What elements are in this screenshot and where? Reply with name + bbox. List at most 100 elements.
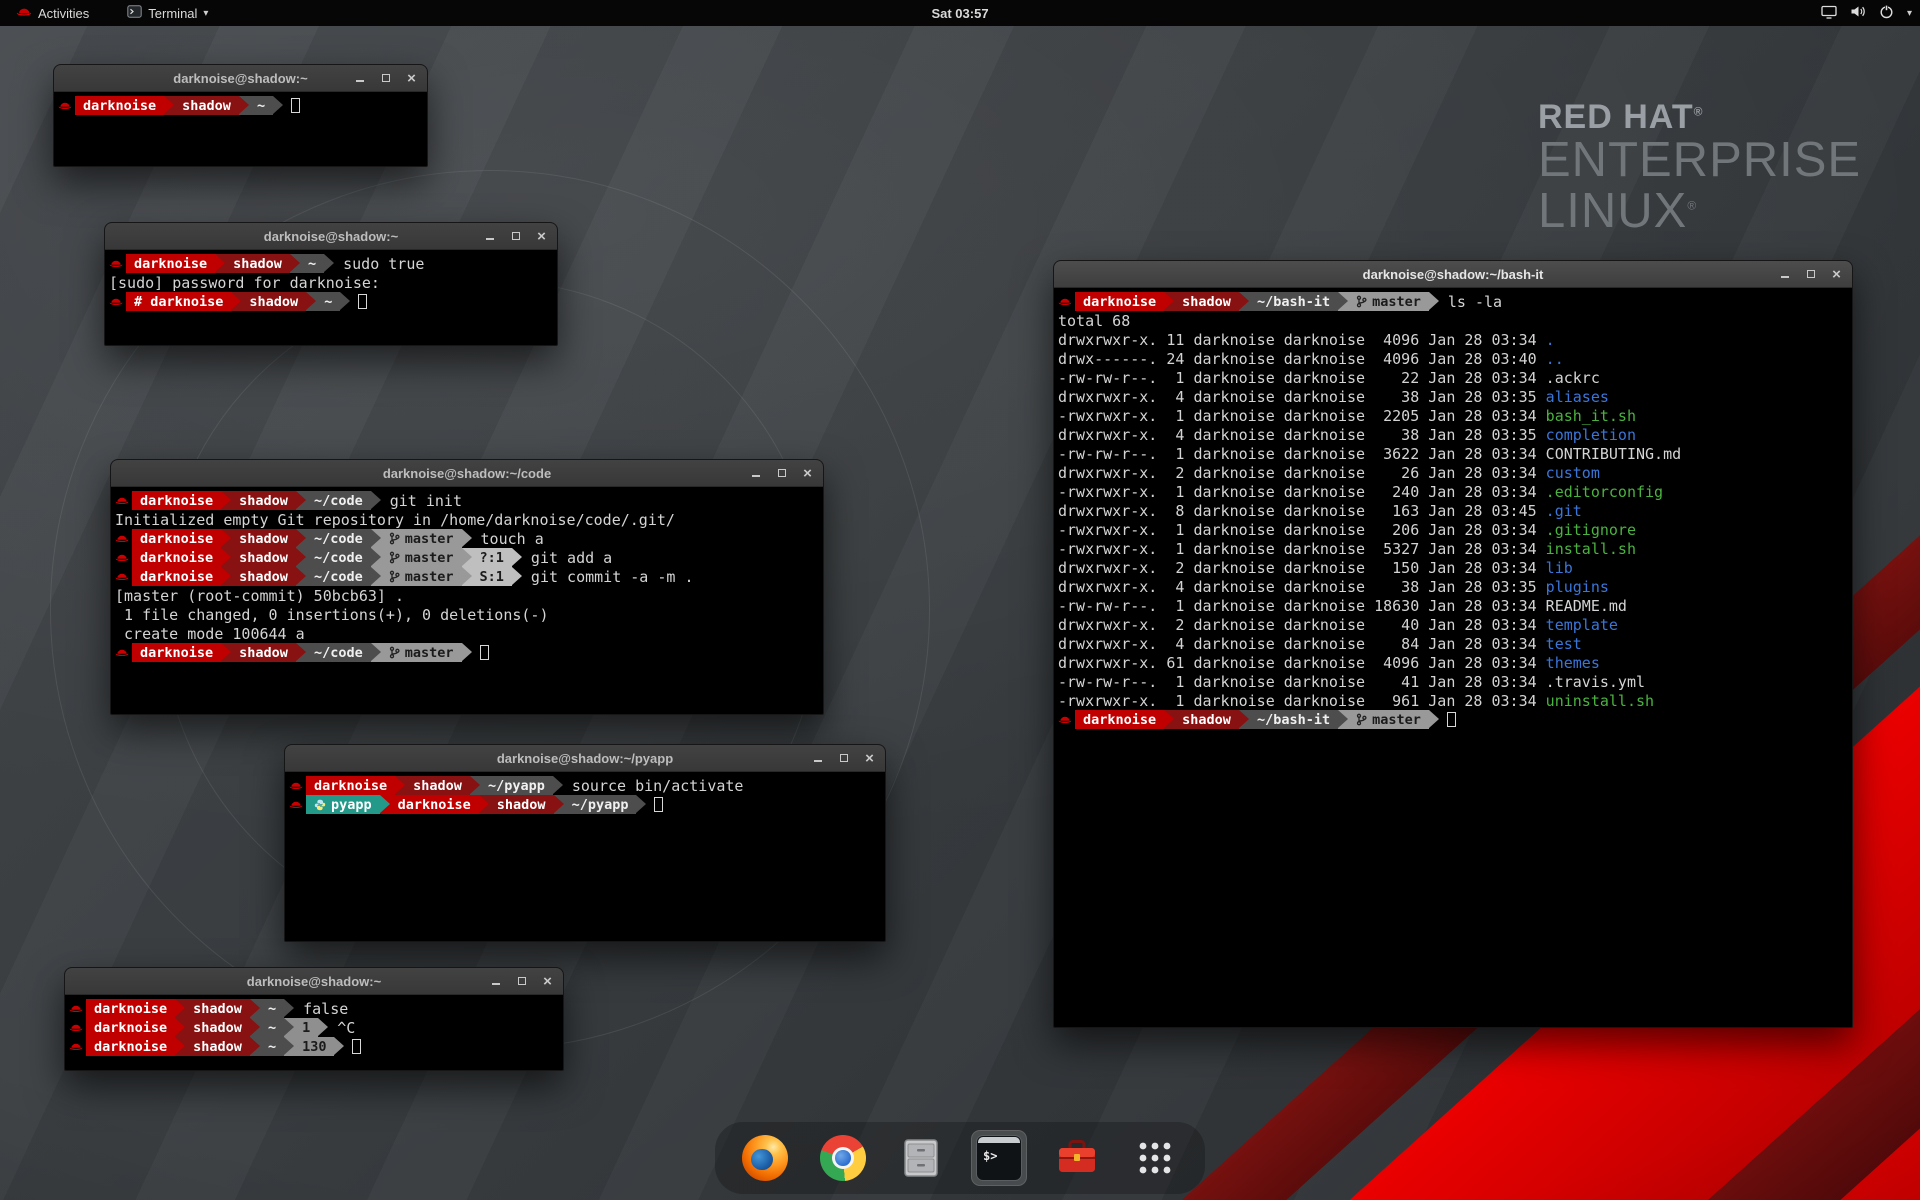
minimize-button[interactable] — [748, 466, 763, 481]
maximize-button[interactable] — [514, 974, 529, 989]
powerline-separator — [512, 567, 522, 586]
terminal-text: [sudo] password for darknoise: — [109, 274, 389, 292]
powerline-separator — [231, 292, 241, 311]
maximize-button[interactable] — [508, 229, 523, 244]
window-titlebar[interactable]: darknoise@shadow:~ × — [105, 223, 557, 250]
window-titlebar[interactable]: darknoise@shadow:~/pyapp × — [285, 745, 885, 772]
display-icon[interactable] — [1821, 5, 1837, 22]
terminal-line: total 68 — [1058, 311, 1848, 330]
minimize-button[interactable] — [810, 751, 825, 766]
branch-icon — [389, 570, 400, 583]
terminal-content[interactable]: darknoiseshadow~/pyapp source bin/activa… — [285, 772, 885, 814]
prompt-segment-path: ~/code — [306, 643, 371, 662]
terminal-line: -rw-rw-r--. 1 darknoise darknoise 18630 … — [1058, 596, 1848, 615]
chevron-down-icon[interactable]: ▾ — [1907, 8, 1912, 19]
powerline-separator — [1429, 292, 1439, 311]
filename-exec: .editorconfig — [1546, 483, 1663, 501]
terminal-content[interactable]: darknoiseshadow~ — [54, 92, 427, 115]
filename-dir: . — [1546, 331, 1555, 349]
terminal-text: drwxrwxr-x. 4 darknoise darknoise 38 Jan… — [1058, 426, 1546, 444]
dock-item-app-grid[interactable] — [1127, 1130, 1183, 1186]
minimize-button[interactable] — [352, 71, 367, 86]
window-titlebar[interactable]: darknoise@shadow:~/code × — [111, 460, 823, 487]
powerline-separator — [334, 1037, 344, 1056]
powerline-separator — [306, 292, 316, 311]
dock-item-files[interactable] — [893, 1130, 949, 1186]
close-button[interactable]: × — [862, 751, 877, 766]
powerline-separator — [318, 1018, 328, 1037]
powerline-separator — [164, 96, 174, 115]
prompt-segment-host: shadow — [225, 254, 290, 273]
prompt-segment-git: master — [381, 567, 462, 586]
terminal-line: darknoiseshadow~/bash-itmaster ls -la — [1058, 292, 1848, 311]
terminal-line: darknoiseshadow~/codemaster touch a — [115, 529, 819, 548]
minimize-button[interactable] — [488, 974, 503, 989]
close-button[interactable]: × — [540, 974, 555, 989]
clock[interactable]: Sat 03:57 — [931, 6, 988, 21]
minimize-button[interactable] — [1777, 267, 1792, 282]
prompt-segment-git: master — [381, 548, 462, 567]
prompt-segment-user: darknoise — [132, 491, 221, 510]
terminal-window-home-1: darknoise@shadow:~ × darknoiseshadow~ — [53, 64, 428, 167]
dock: $> — [715, 1122, 1205, 1194]
terminal-text: CONTRIBUTING.md — [1546, 445, 1681, 463]
chrome-icon — [820, 1135, 866, 1181]
close-button[interactable]: × — [404, 71, 419, 86]
prompt-segment-path: ~/code — [306, 491, 371, 510]
prompt-segment-user: darknoise — [86, 999, 175, 1018]
powerline-separator — [1338, 292, 1348, 311]
powerline-separator — [250, 1018, 260, 1037]
terminal-text: drwxrwxr-x. 2 darknoise darknoise 40 Jan… — [1058, 616, 1546, 634]
maximize-button[interactable] — [378, 71, 393, 86]
dock-item-chrome[interactable] — [815, 1130, 871, 1186]
volume-icon[interactable] — [1850, 4, 1866, 22]
window-titlebar[interactable]: darknoise@shadow:~ × — [65, 968, 563, 995]
prompt-segment-host: shadow — [1174, 292, 1239, 311]
filename-exec: install.sh — [1546, 540, 1636, 558]
powerline-separator — [175, 1018, 185, 1037]
app-grid-icon — [1132, 1135, 1178, 1181]
close-button[interactable]: × — [800, 466, 815, 481]
terminal-line: -rwxrwxr-x. 1 darknoise darknoise 240 Ja… — [1058, 482, 1848, 501]
redhat-prompt-icon — [115, 533, 132, 544]
maximize-button[interactable] — [774, 466, 789, 481]
terminal-content[interactable]: darknoiseshadow~/bash-itmaster ls -latot… — [1054, 288, 1852, 729]
terminal-line: pyappdarknoiseshadow~/pyapp — [289, 795, 881, 814]
terminal-cursor — [358, 294, 367, 309]
terminal-window-bash-it: darknoise@shadow:~/bash-it × darknoisesh… — [1053, 260, 1853, 1028]
app-menu-terminal[interactable]: Terminal ▾ — [121, 0, 214, 26]
close-button[interactable]: × — [1829, 267, 1844, 282]
branch-icon — [1356, 713, 1367, 726]
minimize-button[interactable] — [482, 229, 497, 244]
terminal-line: create mode 100644 a — [115, 624, 819, 643]
terminal-text: git init — [381, 492, 462, 510]
dock-item-firefox[interactable] — [737, 1130, 793, 1186]
activities-button[interactable]: Activities — [10, 0, 95, 26]
prompt-segment-path: ~ — [260, 999, 284, 1018]
terminal-content[interactable]: darknoiseshadow~/code git initInitialize… — [111, 487, 823, 662]
redhat-prompt-icon — [115, 647, 132, 658]
dock-item-terminal[interactable]: $> — [971, 1130, 1027, 1186]
prompt-segment-path: ~ — [249, 96, 273, 115]
prompt-segment-path: ~ — [260, 1037, 284, 1056]
window-titlebar[interactable]: darknoise@shadow:~/bash-it × — [1054, 261, 1852, 288]
terminal-line: drwxrwxr-x. 4 darknoise darknoise 84 Jan… — [1058, 634, 1848, 653]
terminal-content[interactable]: darknoiseshadow~ sudo true[sudo] passwor… — [105, 250, 557, 311]
maximize-button[interactable] — [1803, 267, 1818, 282]
terminal-line: darknoiseshadow~/code git init — [115, 491, 819, 510]
maximize-button[interactable] — [836, 751, 851, 766]
terminal-text: false — [294, 1000, 348, 1018]
terminal-line: -rw-rw-r--. 1 darknoise darknoise 41 Jan… — [1058, 672, 1848, 691]
close-button[interactable]: × — [534, 229, 549, 244]
terminal-line: drwxrwxr-x. 11 darknoise darknoise 4096 … — [1058, 330, 1848, 349]
redhat-prompt-icon — [109, 258, 126, 269]
prompt-segment-host: shadow — [231, 567, 296, 586]
power-icon[interactable] — [1879, 4, 1894, 22]
terminal-content[interactable]: darknoiseshadow~ falsedarknoiseshadow~1 … — [65, 995, 563, 1056]
prompt-segment-user: darknoise — [132, 567, 221, 586]
terminal-line: Initialized empty Git repository in /hom… — [115, 510, 819, 529]
rhel-logo-line3: LINUX® — [1538, 186, 1861, 237]
powerline-separator — [221, 529, 231, 548]
window-titlebar[interactable]: darknoise@shadow:~ × — [54, 65, 427, 92]
dock-item-toolbox[interactable] — [1049, 1130, 1105, 1186]
